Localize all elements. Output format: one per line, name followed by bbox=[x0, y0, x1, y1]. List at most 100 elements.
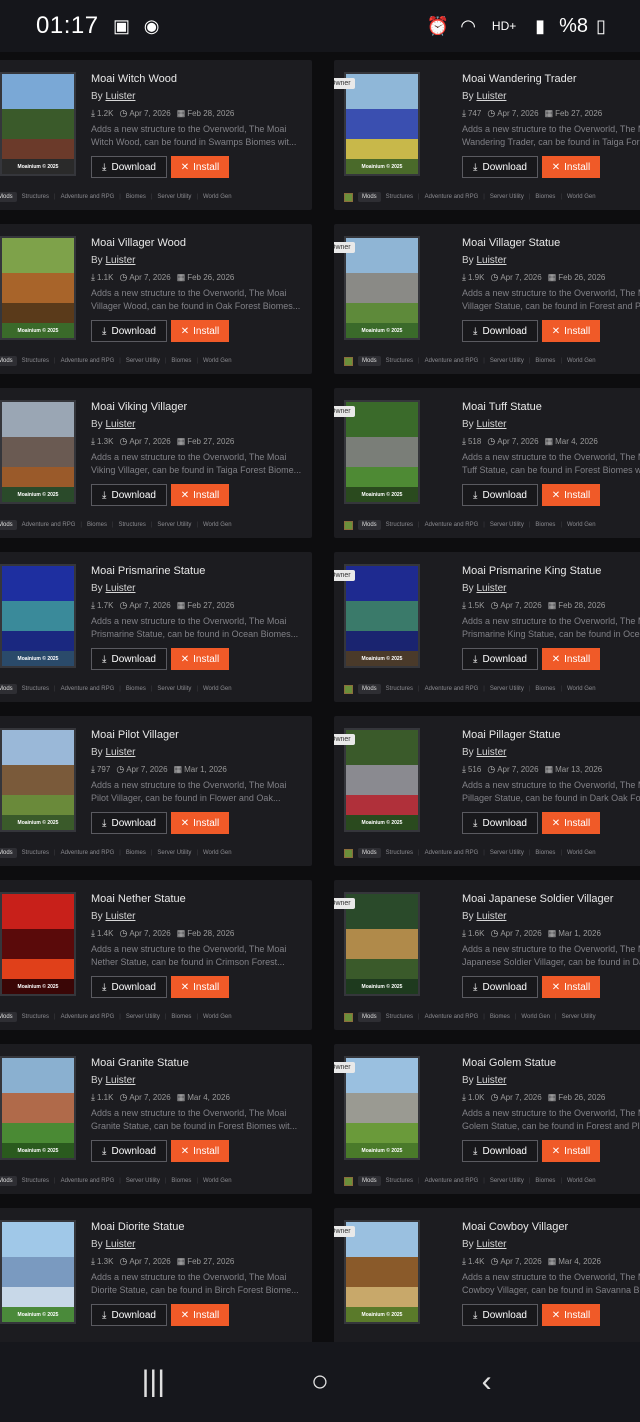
tag[interactable]: Adventure and RPG bbox=[61, 1178, 115, 1184]
mod-thumbnail[interactable]: Moainium © 2025 bbox=[0, 892, 76, 996]
tag[interactable]: Server Utility bbox=[157, 850, 191, 856]
mod-card[interactable]: Moainium © 2025 Owner Moai Pillager Statue… bbox=[334, 716, 640, 866]
mod-title[interactable]: Moai Villager Statue bbox=[462, 237, 640, 249]
tag[interactable]: Adventure and RPG bbox=[425, 686, 479, 692]
tag[interactable]: Server Utility bbox=[490, 358, 524, 364]
install-button[interactable]: ✕ Install bbox=[542, 812, 600, 834]
author-link[interactable]: Luister bbox=[105, 91, 135, 102]
tag-mods[interactable]: Mods bbox=[358, 848, 381, 858]
tag[interactable]: Server Utility bbox=[490, 850, 524, 856]
author-link[interactable]: Luister bbox=[105, 1075, 135, 1086]
author-link[interactable]: Luister bbox=[476, 747, 506, 758]
mod-title[interactable]: Moai Pillager Statue bbox=[462, 729, 640, 741]
download-button[interactable]: ⤓ Download bbox=[462, 648, 538, 670]
tag[interactable]: Structures bbox=[119, 522, 146, 528]
author-link[interactable]: Luister bbox=[476, 1239, 506, 1250]
mod-thumbnail[interactable]: Moainium © 2025 bbox=[0, 72, 76, 176]
tag[interactable]: Biomes bbox=[126, 850, 146, 856]
tag[interactable]: Structures bbox=[22, 850, 49, 856]
install-button[interactable]: ✕ Install bbox=[542, 976, 600, 998]
author-link[interactable]: Luister bbox=[476, 583, 506, 594]
mod-thumbnail[interactable]: Moainium © 2025 bbox=[0, 236, 76, 340]
download-button[interactable]: ⤓ Download bbox=[91, 320, 167, 342]
install-button[interactable]: ✕ Install bbox=[171, 648, 229, 670]
mod-thumbnail[interactable]: Moainium © 2025 bbox=[344, 1056, 420, 1160]
mod-thumbnail[interactable]: Moainium © 2025 bbox=[344, 72, 420, 176]
tag[interactable]: Structures bbox=[386, 686, 413, 692]
install-button[interactable]: ✕ Install bbox=[542, 484, 600, 506]
mod-thumbnail[interactable]: Moainium © 2025 bbox=[344, 236, 420, 340]
mod-title[interactable]: Moai Pilot Villager bbox=[91, 729, 311, 741]
mod-thumbnail[interactable]: Moainium © 2025 bbox=[0, 1056, 76, 1160]
install-button[interactable]: ✕ Install bbox=[171, 976, 229, 998]
tag[interactable]: World Gen bbox=[203, 522, 232, 528]
tag-mods[interactable]: Mods bbox=[0, 192, 17, 202]
mod-title[interactable]: Moai Cowboy Villager bbox=[462, 1221, 640, 1233]
tag[interactable]: Server Utility bbox=[126, 1178, 160, 1184]
mod-title[interactable]: Moai Granite Statue bbox=[91, 1057, 311, 1069]
mod-card[interactable]: Moainium © 2025 Owner Moai Cowboy Villager… bbox=[334, 1208, 640, 1342]
tag[interactable]: Structures bbox=[22, 686, 49, 692]
mod-title[interactable]: Moai Golem Statue bbox=[462, 1057, 640, 1069]
mod-card[interactable]: Moainium © 2025 Owner Moai Prismarine King… bbox=[334, 552, 640, 702]
install-button[interactable]: ✕ Install bbox=[542, 648, 600, 670]
tag[interactable]: Server Utility bbox=[490, 1178, 524, 1184]
tag-mods[interactable]: Mods bbox=[0, 1176, 17, 1186]
download-button[interactable]: ⤓ Download bbox=[91, 484, 167, 506]
tag-mods[interactable]: Mods bbox=[0, 356, 17, 366]
mod-title[interactable]: Moai Villager Wood bbox=[91, 237, 311, 249]
tag[interactable]: Structures bbox=[22, 1014, 49, 1020]
install-button[interactable]: ✕ Install bbox=[171, 320, 229, 342]
mod-list[interactable]: Moainium © 2025 Moai Witch Wood By Luister… bbox=[0, 52, 640, 1342]
download-button[interactable]: ⤓ Download bbox=[91, 648, 167, 670]
tag[interactable]: Adventure and RPG bbox=[425, 522, 479, 528]
tag[interactable]: Adventure and RPG bbox=[61, 1014, 115, 1020]
mod-title[interactable]: Moai Japanese Soldier Villager bbox=[462, 893, 640, 905]
tag-mods[interactable]: Mods bbox=[358, 684, 381, 694]
mod-card[interactable]: Moainium © 2025 Owner Moai Golem Statue By … bbox=[334, 1044, 640, 1194]
mod-thumbnail[interactable]: Moainium © 2025 bbox=[0, 728, 76, 832]
mod-card[interactable]: Moainium © 2025 Owner Moai Villager Statue… bbox=[334, 224, 640, 374]
tag[interactable]: World Gen bbox=[567, 850, 596, 856]
mod-card[interactable]: Moainium © 2025 Moai Viking Villager By Lu… bbox=[0, 388, 312, 538]
tag[interactable]: Biomes bbox=[535, 850, 555, 856]
mod-card[interactable]: Moainium © 2025 Owner Moai Tuff Statue By L… bbox=[334, 388, 640, 538]
install-button[interactable]: ✕ Install bbox=[171, 484, 229, 506]
tag[interactable]: Adventure and RPG bbox=[61, 850, 115, 856]
tag[interactable]: Adventure and RPG bbox=[425, 1014, 479, 1020]
tag[interactable]: Server Utility bbox=[490, 686, 524, 692]
mod-title[interactable]: Moai Wandering Trader bbox=[462, 73, 640, 85]
tag-mods[interactable]: Mods bbox=[358, 356, 381, 366]
mod-thumbnail[interactable]: Moainium © 2025 bbox=[0, 400, 76, 504]
tag[interactable]: Structures bbox=[386, 522, 413, 528]
tag[interactable]: Structures bbox=[22, 1178, 49, 1184]
tag[interactable]: Structures bbox=[22, 194, 49, 200]
tag[interactable]: Structures bbox=[386, 1014, 413, 1020]
tag[interactable]: Adventure and RPG bbox=[425, 194, 479, 200]
tag[interactable]: Structures bbox=[386, 194, 413, 200]
tag[interactable]: World Gen bbox=[203, 1014, 232, 1020]
install-button[interactable]: ✕ Install bbox=[542, 320, 600, 342]
download-button[interactable]: ⤓ Download bbox=[91, 976, 167, 998]
tag-mods[interactable]: Mods bbox=[358, 520, 381, 530]
mod-card[interactable]: Moainium © 2025 Moai Granite Statue By Lui… bbox=[0, 1044, 312, 1194]
tag-mods[interactable]: Mods bbox=[0, 520, 17, 530]
tag[interactable]: Server Utility bbox=[157, 686, 191, 692]
install-button[interactable]: ✕ Install bbox=[171, 1304, 229, 1326]
tag[interactable]: Biomes bbox=[535, 1178, 555, 1184]
tag[interactable]: Biomes bbox=[535, 194, 555, 200]
install-button[interactable]: ✕ Install bbox=[171, 156, 229, 178]
author-link[interactable]: Luister bbox=[476, 1075, 506, 1086]
tag[interactable]: Server Utility bbox=[490, 522, 524, 528]
mod-title[interactable]: Moai Tuff Statue bbox=[462, 401, 640, 413]
download-button[interactable]: ⤓ Download bbox=[462, 812, 538, 834]
author-link[interactable]: Luister bbox=[476, 419, 506, 430]
tag[interactable]: World Gen bbox=[203, 358, 232, 364]
mod-thumbnail[interactable]: Moainium © 2025 bbox=[0, 1220, 76, 1324]
download-button[interactable]: ⤓ Download bbox=[91, 156, 167, 178]
mod-title[interactable]: Moai Witch Wood bbox=[91, 73, 311, 85]
mod-thumbnail[interactable]: Moainium © 2025 bbox=[344, 892, 420, 996]
tag[interactable]: Biomes bbox=[535, 358, 555, 364]
tag[interactable]: Biomes bbox=[126, 194, 146, 200]
mod-title[interactable]: Moai Prismarine King Statue bbox=[462, 565, 640, 577]
